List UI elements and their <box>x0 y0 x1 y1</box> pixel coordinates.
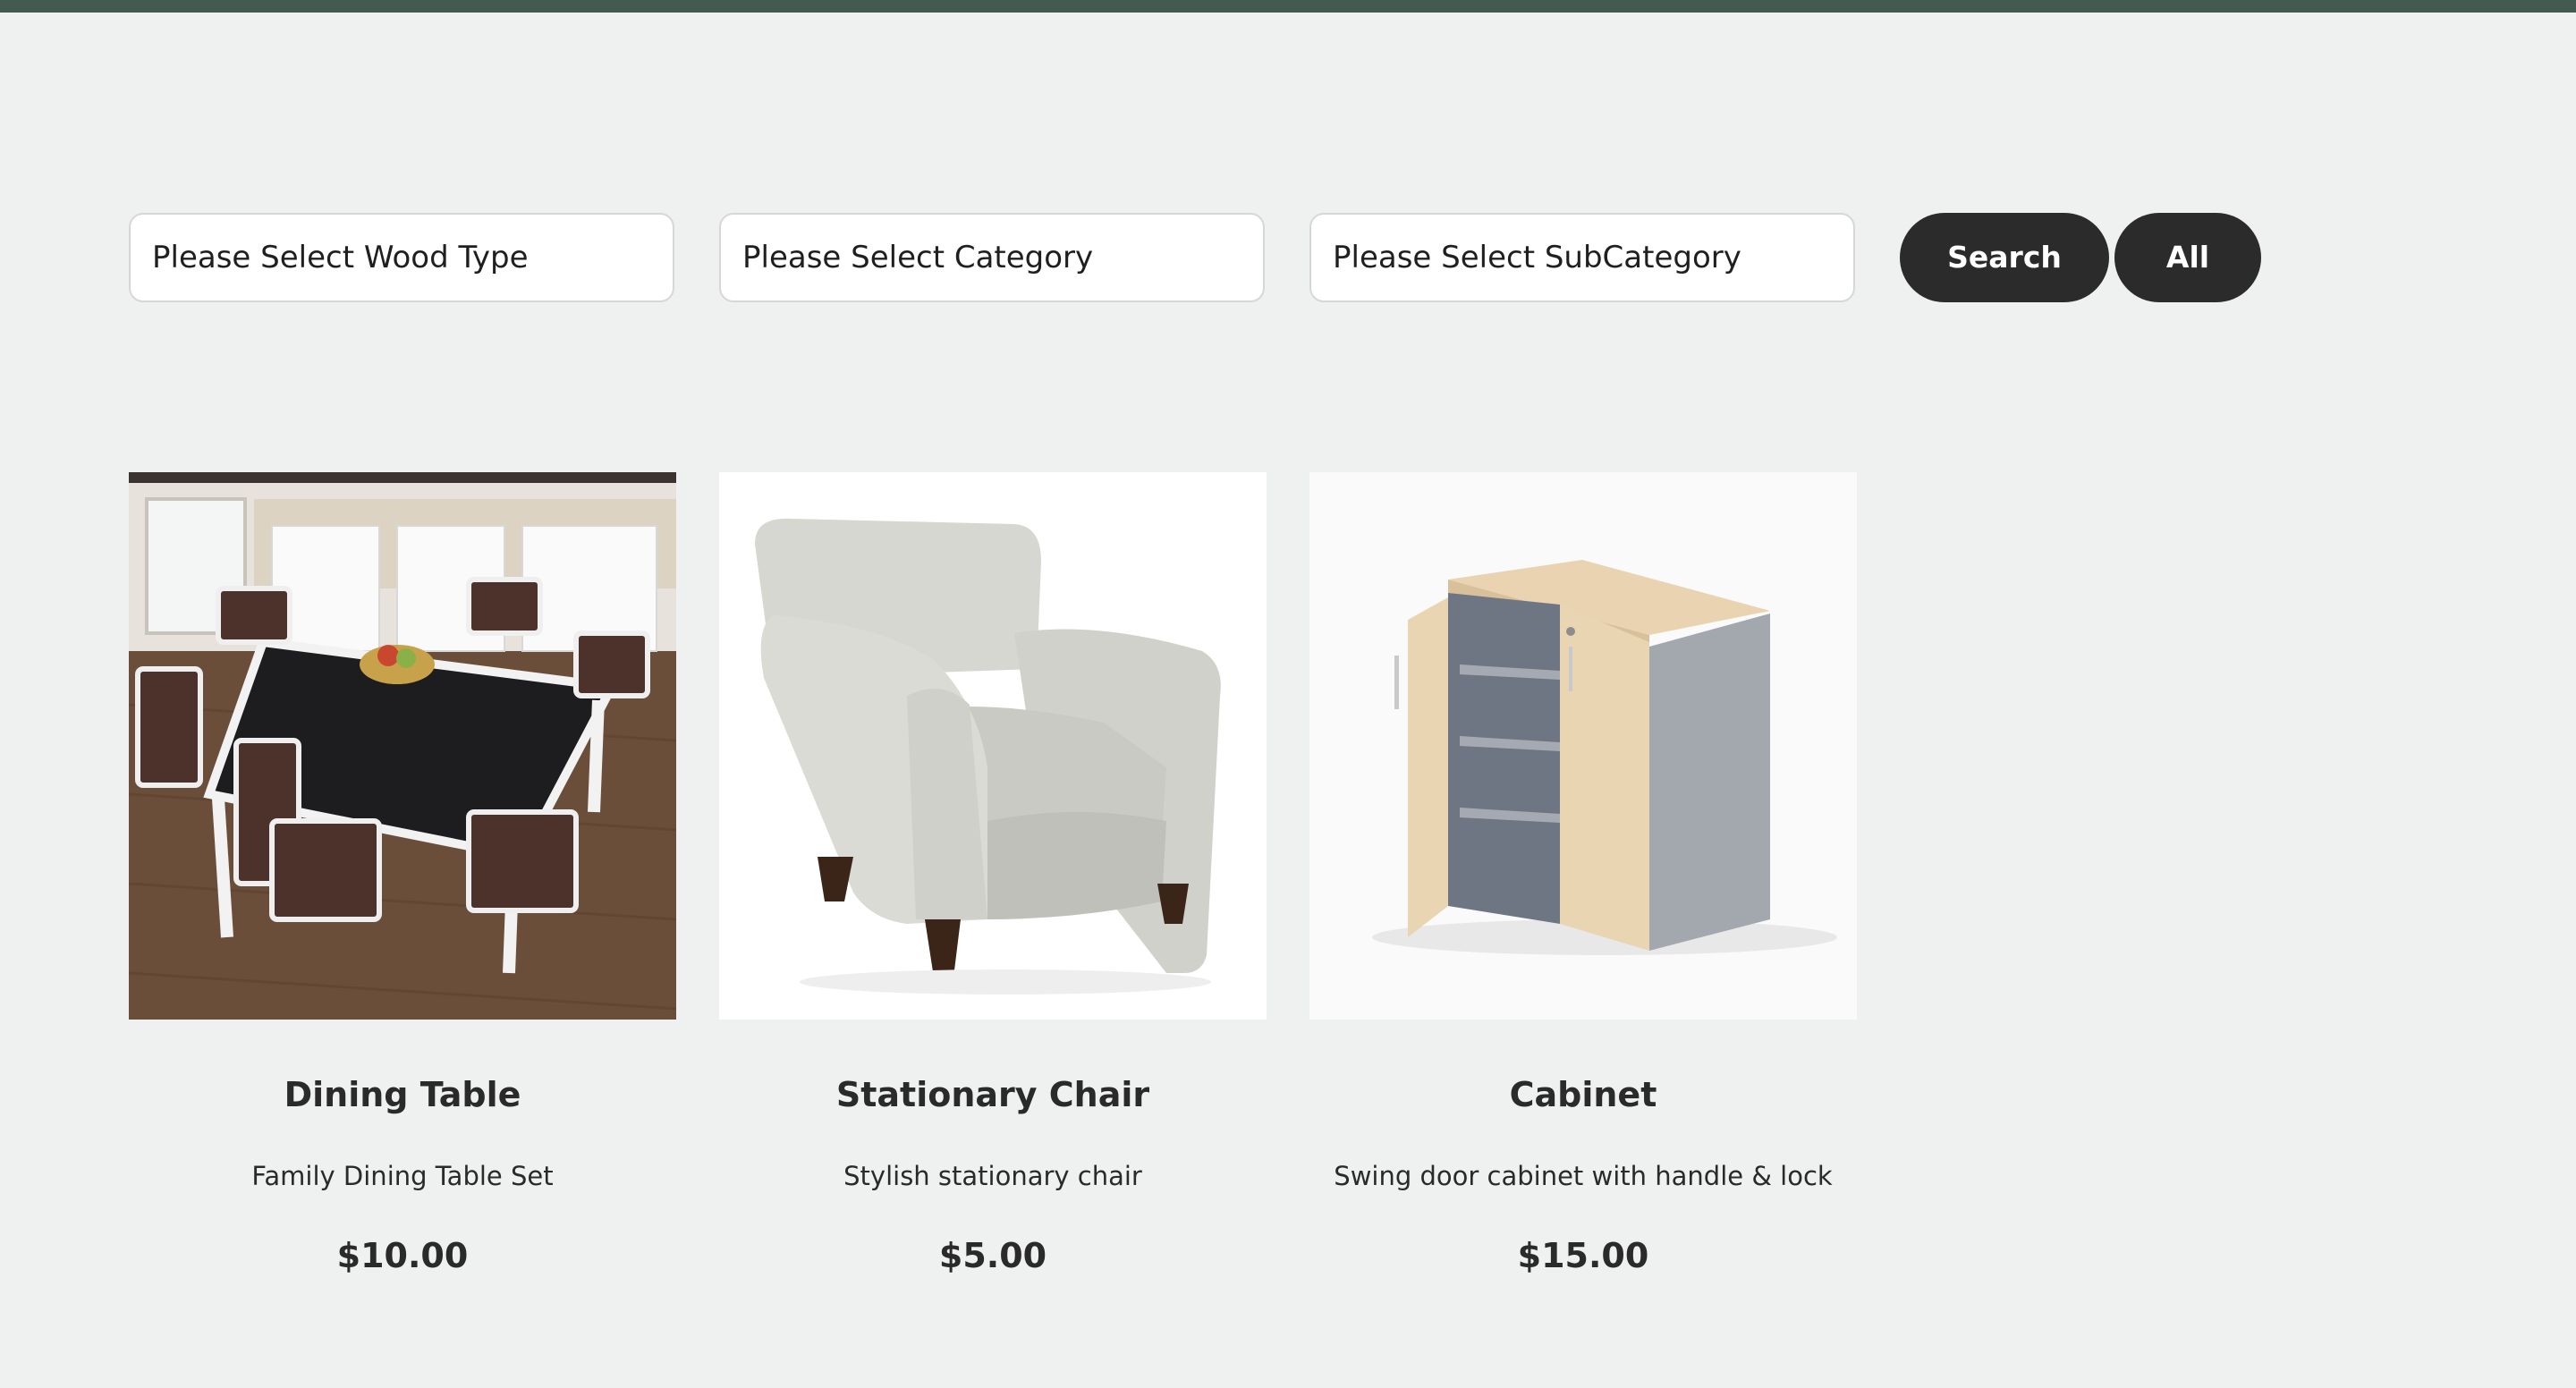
dining-table-photo <box>129 472 676 1020</box>
product-price: $10.00 <box>336 1236 469 1275</box>
product-image-stationary-chair[interactable] <box>719 472 1267 1020</box>
product-description: Family Dining Table Set <box>251 1161 554 1191</box>
product-price: $5.00 <box>938 1236 1047 1275</box>
product-name[interactable]: Dining Table <box>129 1075 676 1114</box>
product-image-dining-table[interactable] <box>129 472 676 1020</box>
category-select[interactable]: Please Select Category <box>719 213 1265 302</box>
product-description: Stylish stationary chair <box>843 1161 1142 1191</box>
product-card-dining-table[interactable]: Dining Table Family Dining Table Set $10… <box>129 472 676 1275</box>
product-description: Swing door cabinet with handle & lock <box>1334 1161 1833 1191</box>
product-name[interactable]: Stationary Chair <box>719 1075 1267 1114</box>
product-price: $15.00 <box>1517 1236 1649 1275</box>
product-name[interactable]: Cabinet <box>1309 1075 1857 1114</box>
search-button[interactable]: Search <box>1900 213 2109 302</box>
product-image-cabinet[interactable] <box>1309 472 1857 1020</box>
top-accent-bar <box>0 0 2576 13</box>
product-card-cabinet[interactable]: Cabinet Swing door cabinet with handle &… <box>1309 472 1857 1275</box>
wood-type-select[interactable]: Please Select Wood Type <box>129 213 674 302</box>
product-card-stationary-chair[interactable]: Stationary Chair Stylish stationary chai… <box>719 472 1267 1275</box>
armchair-photo <box>719 472 1267 1020</box>
all-button[interactable]: All <box>2114 213 2261 302</box>
subcategory-select[interactable]: Please Select SubCategory <box>1309 213 1855 302</box>
cabinet-photo <box>1309 472 1857 1020</box>
